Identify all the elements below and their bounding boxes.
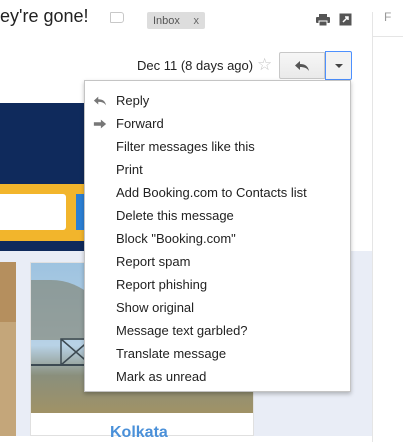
reply-icon	[295, 60, 309, 71]
menu-item-mark-unread[interactable]: Mark as unread	[85, 365, 350, 388]
menu-item-filter-messages[interactable]: Filter messages like this	[85, 135, 350, 158]
remove-label-button[interactable]: x	[194, 15, 200, 27]
right-column-rule	[372, 36, 403, 37]
destination-card-left-photo	[0, 262, 16, 322]
menu-item-label: Block "Booking.com"	[116, 231, 236, 246]
menu-item-text-garbled[interactable]: Message text garbled?	[85, 319, 350, 342]
menu-item-label: Translate message	[116, 346, 227, 361]
menu-item-label: Show original	[116, 300, 195, 315]
label-tag-icon[interactable]	[110, 12, 124, 23]
destination-title[interactable]: Kolkata	[110, 424, 168, 442]
menu-item-report-spam[interactable]: Report spam	[85, 250, 350, 273]
inbox-label-chip: Inbox x	[147, 12, 205, 29]
menu-item-translate[interactable]: Translate message	[85, 342, 350, 365]
message-date: Dec 11 (8 days ago)	[137, 58, 254, 73]
email-search-field	[0, 194, 66, 230]
menu-item-delete[interactable]: Delete this message	[85, 204, 350, 227]
menu-item-reply[interactable]: Reply	[85, 89, 350, 112]
menu-item-label: Mark as unread	[116, 369, 207, 384]
menu-item-report-phishing[interactable]: Report phishing	[85, 273, 350, 296]
new-window-icon[interactable]	[339, 13, 352, 26]
menu-item-print[interactable]: Print	[85, 158, 350, 181]
email-subject: ey're gone!	[0, 6, 89, 26]
star-icon[interactable]: ☆	[257, 55, 272, 75]
menu-item-label: Report phishing	[116, 277, 208, 292]
menu-item-label: Reply	[116, 93, 150, 108]
menu-item-label: Delete this message	[116, 208, 234, 223]
print-icon[interactable]	[316, 14, 330, 26]
menu-item-label: Add Booking.com to Contacts list	[116, 185, 307, 200]
menu-item-label: Forward	[116, 116, 164, 131]
menu-item-block-sender[interactable]: Block "Booking.com"	[85, 227, 350, 250]
menu-item-label: Print	[116, 162, 143, 177]
inbox-label-text: Inbox	[153, 14, 180, 27]
menu-item-show-original[interactable]: Show original	[85, 296, 350, 319]
reply-button[interactable]	[279, 52, 325, 79]
menu-item-label: Report spam	[116, 254, 191, 269]
message-actions-menu: Reply Forward Filter messages like this …	[84, 80, 351, 392]
more-actions-button[interactable]	[325, 51, 352, 80]
right-column-text: F	[384, 10, 392, 24]
forward-icon	[93, 119, 107, 129]
caret-down-icon	[334, 63, 343, 68]
menu-item-label: Filter messages like this	[116, 139, 255, 154]
menu-item-label: Message text garbled?	[116, 323, 248, 338]
right-column-divider	[372, 12, 373, 442]
menu-item-forward[interactable]: Forward	[85, 112, 350, 135]
menu-item-add-contact[interactable]: Add Booking.com to Contacts list	[85, 181, 350, 204]
reply-icon	[93, 96, 107, 106]
